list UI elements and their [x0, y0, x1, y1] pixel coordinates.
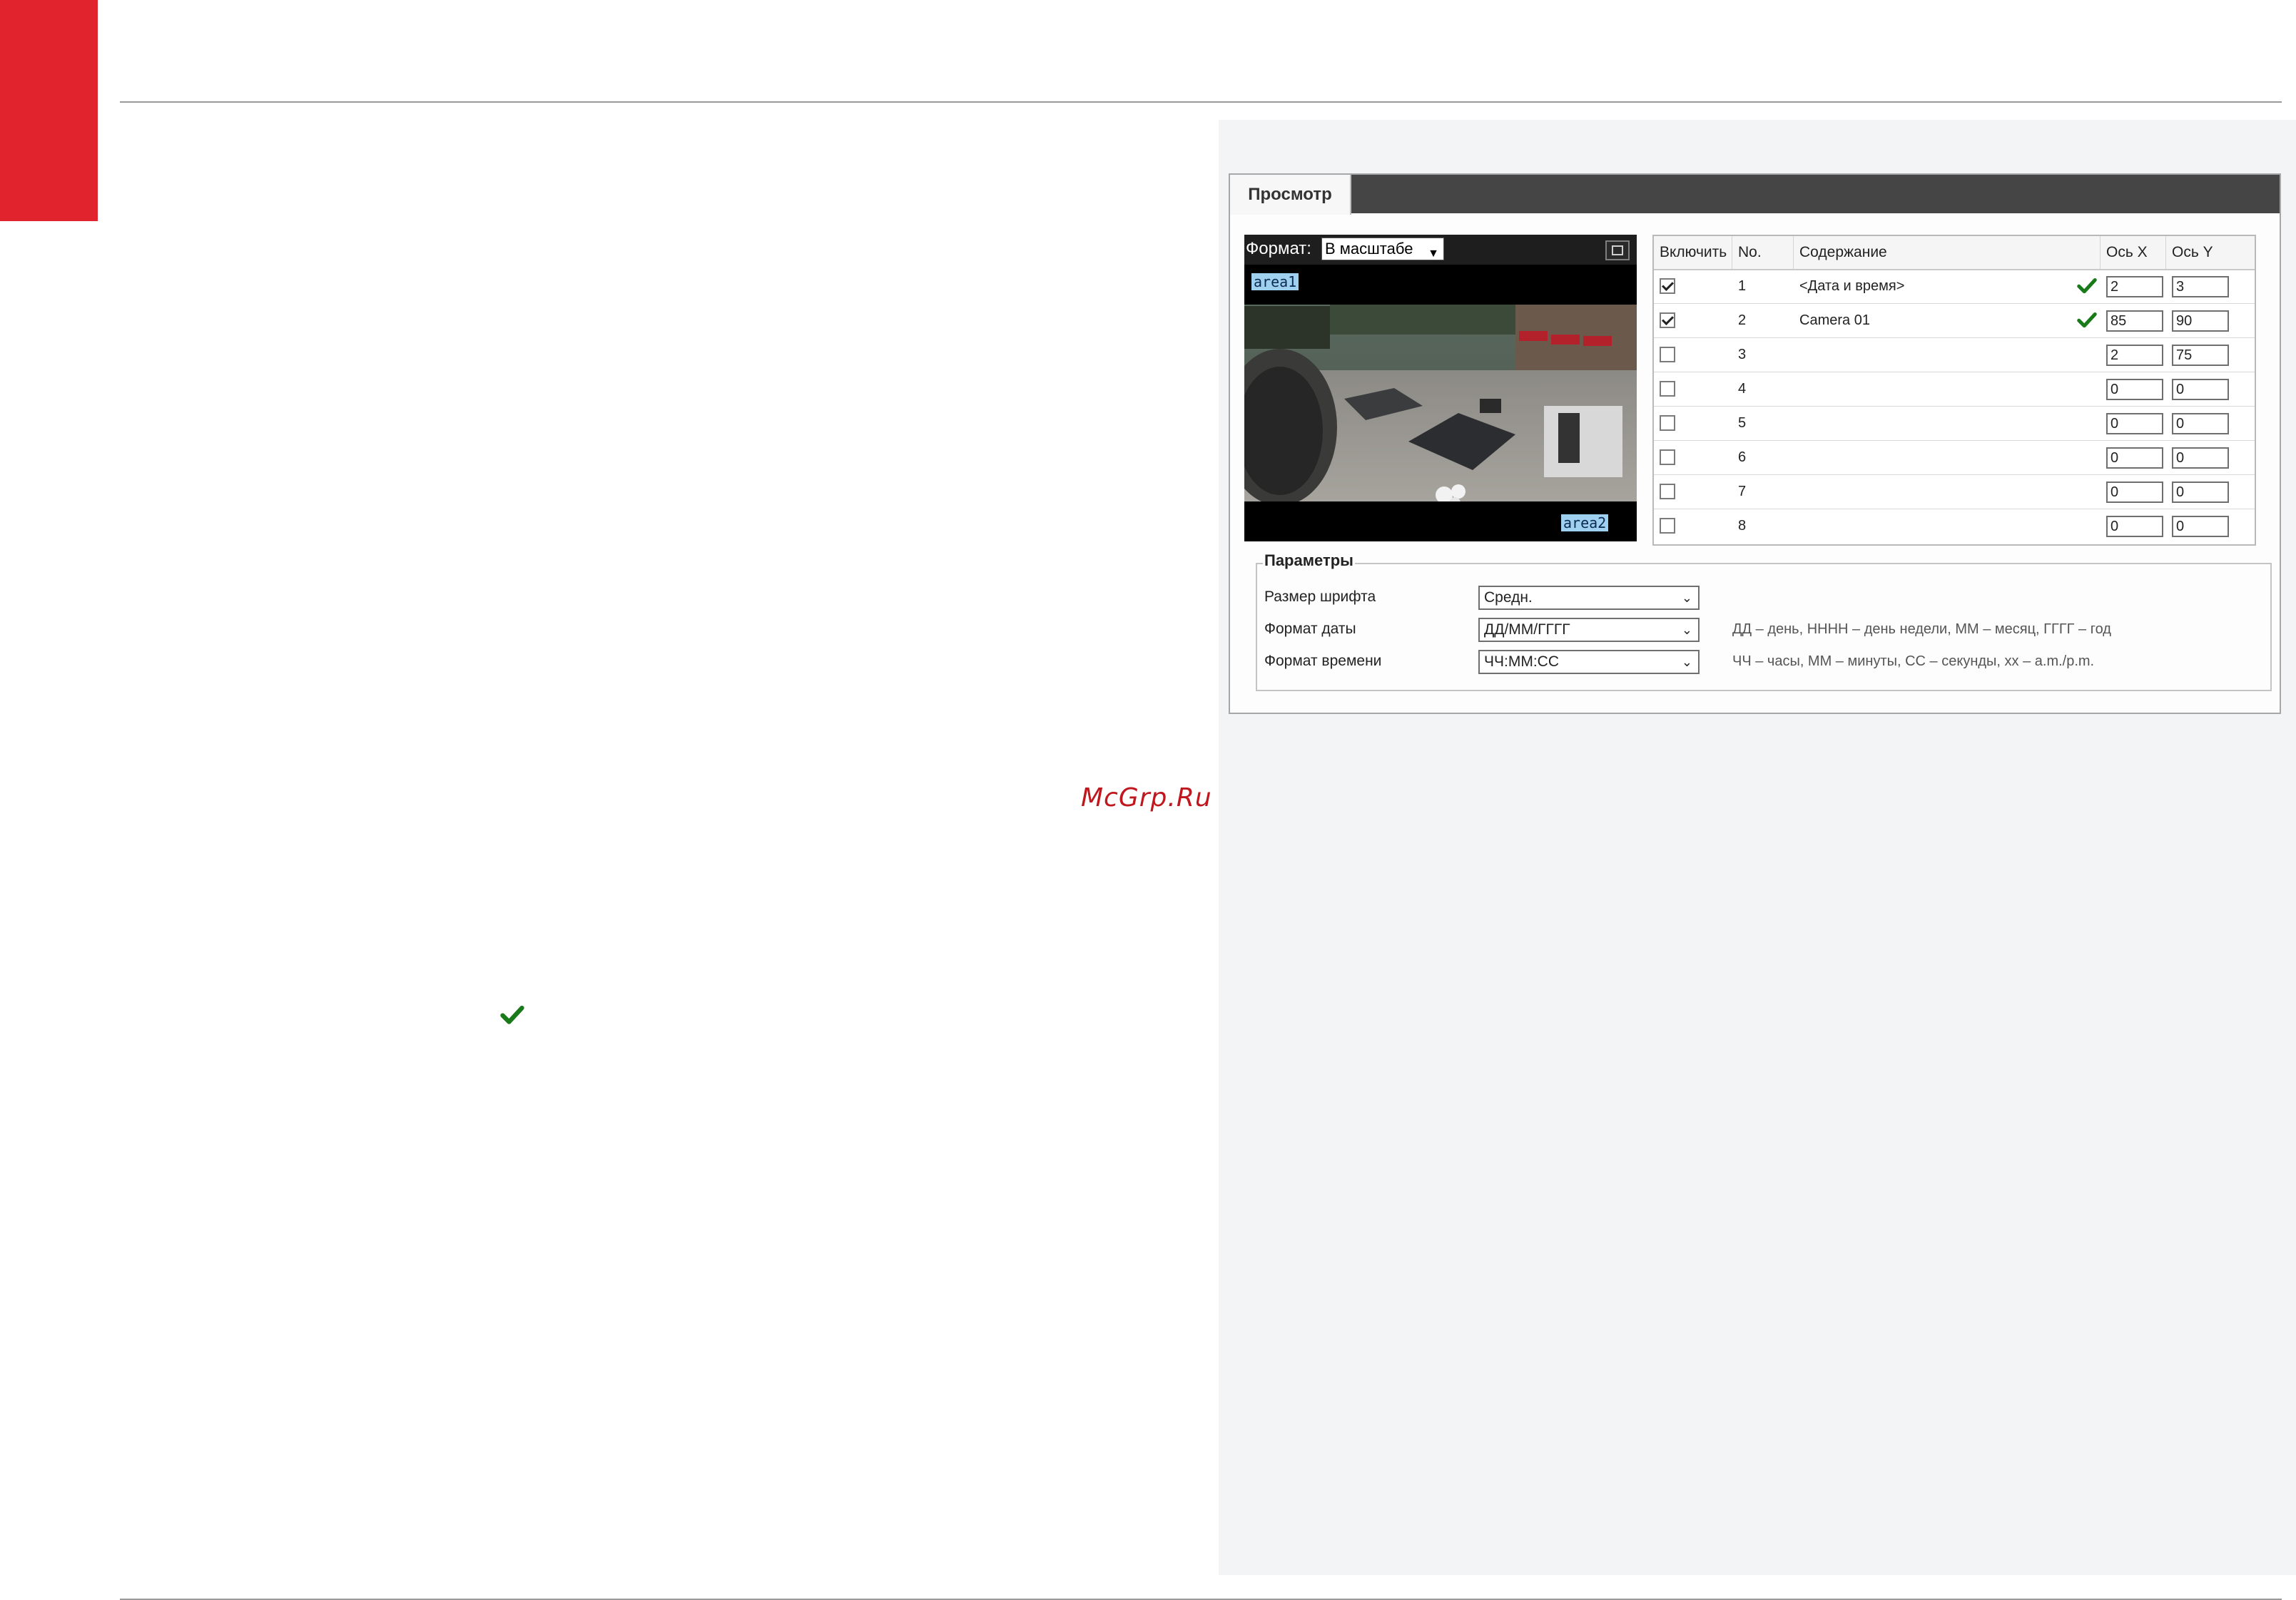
- axis-y-input[interactable]: 0: [2172, 481, 2229, 503]
- check-icon: [2077, 312, 2097, 328]
- axis-x-input[interactable]: 2: [2106, 276, 2163, 297]
- table-row: 5 0 0: [1654, 406, 2255, 441]
- date-format-select[interactable]: ДД/ММ/ГГГГ ⌄: [1478, 618, 1700, 642]
- enable-checkbox[interactable]: [1660, 312, 1675, 328]
- header-no: No.: [1732, 236, 1794, 269]
- enable-checkbox[interactable]: [1660, 415, 1675, 431]
- chevron-down-icon: ⌄: [1681, 623, 1692, 637]
- axis-x-input[interactable]: 0: [2106, 379, 2163, 400]
- row-number: 4: [1738, 381, 1747, 397]
- chevron-down-icon: ⌄: [1681, 591, 1692, 605]
- row-number: 7: [1738, 484, 1747, 499]
- parameters-title: Параметры: [1263, 551, 1355, 570]
- enable-checkbox[interactable]: [1660, 347, 1675, 362]
- axis-x-input[interactable]: 2: [2106, 345, 2163, 366]
- format-select[interactable]: В масштабе ▼: [1321, 238, 1444, 260]
- enable-checkbox[interactable]: [1660, 484, 1675, 499]
- axis-x-input[interactable]: 0: [2106, 447, 2163, 469]
- header-axis-y: Ось Y: [2166, 236, 2237, 269]
- enable-checkbox[interactable]: [1660, 449, 1675, 465]
- header-scroll-gap: [2236, 236, 2255, 269]
- check-icon: [2077, 278, 2097, 294]
- video-toolbar: Формат: В масштабе ▼: [1244, 235, 1637, 265]
- axis-x-input[interactable]: 0: [2106, 413, 2163, 434]
- enable-checkbox[interactable]: [1660, 278, 1675, 294]
- table-header: Включить No. Содержание Ось X Ось Y: [1654, 236, 2255, 270]
- format-select-value: В масштабе: [1325, 240, 1413, 258]
- row-content: Camera 01: [1799, 312, 1870, 328]
- axis-y-input[interactable]: 3: [2172, 276, 2229, 297]
- check-icon: [500, 1005, 524, 1024]
- table-row: 1 <Дата и время> 2 3: [1654, 269, 2255, 304]
- header-content: Содержание: [1794, 236, 2101, 269]
- row-number: 1: [1738, 278, 1747, 294]
- table-row: 7 0 0: [1654, 474, 2255, 509]
- date-format-label: Формат даты: [1264, 621, 1356, 637]
- window-header: [1230, 175, 2280, 213]
- row-number: 6: [1738, 449, 1747, 465]
- table-row: 6 0 0: [1654, 440, 2255, 475]
- video-preview: Формат: В масштабе ▼ area1 area2: [1244, 235, 1637, 541]
- font-size-select[interactable]: Средн. ⌄: [1478, 586, 1700, 610]
- axis-y-input[interactable]: 0: [2172, 413, 2229, 434]
- header-axis-x: Ось X: [2101, 236, 2166, 269]
- parameters-group: Параметры Размер шрифта Средн. ⌄ Формат …: [1256, 551, 2272, 691]
- tab-preview[interactable]: Просмотр: [1230, 175, 1351, 215]
- time-format-hint: ЧЧ – часы, ММ – минуты, СС – секунды, хх…: [1732, 653, 2095, 669]
- time-format-value: ЧЧ:ММ:СС: [1484, 653, 1559, 670]
- table-row: 3 2 75: [1654, 337, 2255, 372]
- font-size-value: Средн.: [1484, 589, 1533, 606]
- area-label-2[interactable]: area2: [1561, 514, 1609, 531]
- format-label: Формат:: [1246, 239, 1311, 258]
- axis-x-input[interactable]: 0: [2106, 481, 2163, 503]
- preview-window: Просмотр Формат: В масштабе ▼ area1 area…: [1229, 173, 2281, 714]
- header-enable: Включить: [1654, 236, 1732, 269]
- top-divider: [120, 101, 2282, 103]
- axis-y-input[interactable]: 0: [2172, 516, 2229, 537]
- axis-x-input[interactable]: 0: [2106, 516, 2163, 537]
- axis-y-input[interactable]: 90: [2172, 310, 2229, 332]
- row-number: 8: [1738, 518, 1747, 534]
- table-row: 2 Camera 01 85 90: [1654, 303, 2255, 338]
- fullscreen-icon[interactable]: [1605, 240, 1630, 260]
- axis-y-input[interactable]: 75: [2172, 345, 2229, 366]
- date-format-hint: ДД – день, НННН – день недели, ММ – меся…: [1732, 621, 2111, 637]
- chevron-down-icon: ▼: [1428, 248, 1439, 260]
- table-row: 8 0 0: [1654, 509, 2255, 543]
- axis-y-input[interactable]: 0: [2172, 379, 2229, 400]
- osd-table: Включить No. Содержание Ось X Ось Y 1 <Д…: [1652, 235, 2256, 546]
- camera-image: [1244, 292, 1637, 513]
- row-number: 5: [1738, 415, 1747, 431]
- axis-y-input[interactable]: 0: [2172, 447, 2229, 469]
- chevron-down-icon: ⌄: [1681, 655, 1692, 669]
- font-size-label: Размер шрифта: [1264, 588, 1376, 605]
- enable-checkbox[interactable]: [1660, 381, 1675, 397]
- brand-corner: [0, 0, 98, 221]
- time-format-label: Формат времени: [1264, 653, 1382, 669]
- date-format-value: ДД/ММ/ГГГГ: [1484, 621, 1570, 638]
- area-label-1[interactable]: area1: [1251, 273, 1299, 290]
- row-number: 2: [1738, 312, 1747, 328]
- row-number: 3: [1738, 347, 1747, 362]
- enable-checkbox[interactable]: [1660, 518, 1675, 534]
- table-row: 4 0 0: [1654, 372, 2255, 407]
- watermark: McGrp.Ru: [1081, 783, 1212, 812]
- row-content: <Дата и время>: [1799, 278, 1905, 294]
- axis-x-input[interactable]: 85: [2106, 310, 2163, 332]
- time-format-select[interactable]: ЧЧ:ММ:СС ⌄: [1478, 650, 1700, 674]
